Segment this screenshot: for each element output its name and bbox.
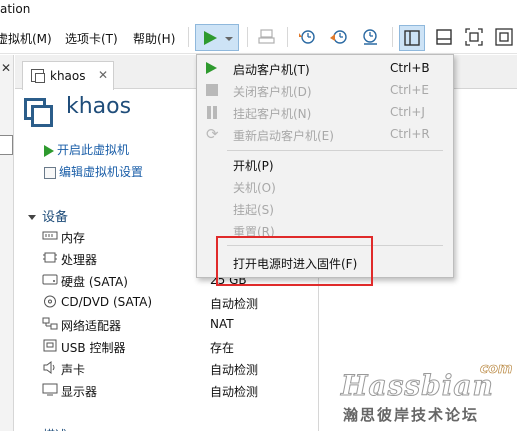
device-value: 自动检测 xyxy=(210,363,259,377)
device-row-network[interactable]: 网络适配器 NAT xyxy=(42,314,322,334)
menu-item-label: 关闭客户机(D) xyxy=(233,85,312,99)
chevron-down-icon xyxy=(28,215,36,220)
menu-item-label: 开机(P) xyxy=(233,159,274,173)
device-row-sound[interactable]: 声卡 自动检测 xyxy=(42,358,322,378)
edit-vm-settings-link[interactable]: 编辑虚拟机设置 xyxy=(44,163,143,180)
menu-item-label: 关机(O) xyxy=(233,181,276,195)
power-on-vm-label: 开启此虚拟机 xyxy=(57,143,130,157)
menu-item-start-guest[interactable]: 启动客户机(T) Ctrl+B xyxy=(197,57,453,79)
toolbar-separator xyxy=(188,27,189,47)
device-row-usb[interactable]: USB 控制器 存在 xyxy=(42,336,322,356)
title-bar: ation xyxy=(0,0,517,20)
chevron-down-icon xyxy=(225,37,233,41)
menu-vm[interactable]: 虚拟机(M) xyxy=(0,30,52,47)
menu-item-shutdown-guest[interactable]: 关闭客户机(D) Ctrl+E xyxy=(197,79,453,101)
watermark-domain: com xyxy=(480,361,513,378)
restart-icon: ⟳ xyxy=(206,125,219,143)
watermark-subtitle: 瀚思彼岸技术论坛 xyxy=(343,406,480,424)
description-section-title[interactable]: 描述 xyxy=(43,426,67,431)
menu-item-power-off[interactable]: 关机(O) xyxy=(197,175,453,197)
vm-icon xyxy=(31,69,45,83)
show-library-button[interactable] xyxy=(399,25,425,51)
revert-snapshot-icon[interactable] xyxy=(330,29,348,45)
device-value: NAT xyxy=(210,317,234,331)
devices-section-toggle[interactable]: 设备 xyxy=(28,206,68,225)
menu-item-shortcut: Ctrl+J xyxy=(390,105,425,119)
menu-item-label: 挂起客户机(N) xyxy=(233,107,312,121)
menu-item-shortcut: Ctrl+R xyxy=(390,127,430,141)
display-icon xyxy=(42,383,58,396)
hard-disk-icon xyxy=(42,274,58,285)
menu-item-suspend[interactable]: 挂起(S) xyxy=(197,197,453,219)
menu-item-label: 启动客户机(T) xyxy=(233,63,310,77)
device-name: 声卡 xyxy=(61,363,86,377)
device-name: 内存 xyxy=(61,231,86,245)
memory-icon xyxy=(42,231,58,240)
unity-icon[interactable] xyxy=(495,28,513,46)
device-value: 自动检测 xyxy=(210,297,259,311)
library-view-icon xyxy=(404,30,420,46)
close-icon[interactable]: ✕ xyxy=(98,68,108,82)
annotation-highlight-box xyxy=(216,236,373,286)
device-value: 存在 xyxy=(210,341,235,355)
cd-dvd-icon xyxy=(44,295,56,308)
menu-help[interactable]: 帮助(H) xyxy=(133,30,175,47)
library-panel: ✕ xyxy=(0,55,14,431)
sound-card-icon xyxy=(43,361,55,374)
toolbar-separator xyxy=(247,27,248,47)
menu-item-suspend-guest[interactable]: 挂起客户机(N) Ctrl+J xyxy=(197,101,453,123)
snapshot-icon[interactable] xyxy=(298,29,316,45)
menu-item-label: 挂起(S) xyxy=(233,203,274,217)
menu-separator xyxy=(227,150,443,151)
menu-tabs[interactable]: 选项卡(T) xyxy=(65,30,118,47)
power-on-vm-link[interactable]: 开启此虚拟机 xyxy=(44,141,129,158)
device-row-display[interactable]: 显示器 自动检测 xyxy=(42,380,322,400)
stop-icon xyxy=(206,84,218,96)
device-name: CD/DVD (SATA) xyxy=(61,295,153,309)
devices-section-title: 设备 xyxy=(42,210,69,225)
watermark-brand: Hassbian xyxy=(341,369,494,403)
pause-icon xyxy=(206,106,218,119)
menu-item-power-on[interactable]: 开机(P) xyxy=(197,153,453,175)
full-screen-icon[interactable] xyxy=(465,28,483,46)
thumbnail-bar-icon[interactable] xyxy=(435,28,453,46)
device-row-cd-dvd[interactable]: CD/DVD (SATA) 自动检测 xyxy=(42,292,322,312)
snapshot-manager-icon[interactable] xyxy=(361,29,379,45)
page-title: khaos xyxy=(66,94,132,119)
edit-vm-settings-label: 编辑虚拟机设置 xyxy=(59,165,144,179)
device-name: USB 控制器 xyxy=(61,341,126,355)
device-name: 硬盘 (SATA) xyxy=(61,275,128,289)
play-icon xyxy=(206,62,217,74)
toolbar-separator xyxy=(287,27,288,47)
send-keys-icon[interactable] xyxy=(258,29,276,45)
network-adapter-icon xyxy=(42,317,58,330)
power-dropdown-button[interactable] xyxy=(195,24,239,51)
window-title: ation xyxy=(0,2,31,16)
processor-icon xyxy=(43,252,57,263)
device-value: 自动检测 xyxy=(210,385,259,399)
menu-bar: 虚拟机(M) 选项卡(T) 帮助(H) xyxy=(0,20,517,54)
edit-settings-icon xyxy=(44,166,56,179)
device-name: 显示器 xyxy=(61,385,98,399)
menu-item-shortcut: Ctrl+B xyxy=(390,61,430,75)
device-name: 网络适配器 xyxy=(61,319,122,333)
toolbar-separator xyxy=(392,27,393,47)
menu-item-shortcut: Ctrl+E xyxy=(390,83,429,97)
device-name: 处理器 xyxy=(61,253,98,267)
play-icon xyxy=(44,144,54,157)
vm-icon xyxy=(24,98,53,127)
watermark: Hassbian com 瀚思彼岸技术论坛 xyxy=(337,361,517,431)
tab-label: khaos xyxy=(50,69,86,83)
usb-icon xyxy=(43,339,57,352)
library-search-box[interactable] xyxy=(0,135,13,155)
play-icon xyxy=(204,31,217,45)
close-icon[interactable]: ✕ xyxy=(1,61,11,75)
menu-item-restart-guest[interactable]: ⟳ 重新启动客户机(E) Ctrl+R xyxy=(197,123,453,145)
menu-item-label: 重新启动客户机(E) xyxy=(233,129,334,143)
tab-khaos[interactable]: khaos ✕ xyxy=(22,61,114,90)
